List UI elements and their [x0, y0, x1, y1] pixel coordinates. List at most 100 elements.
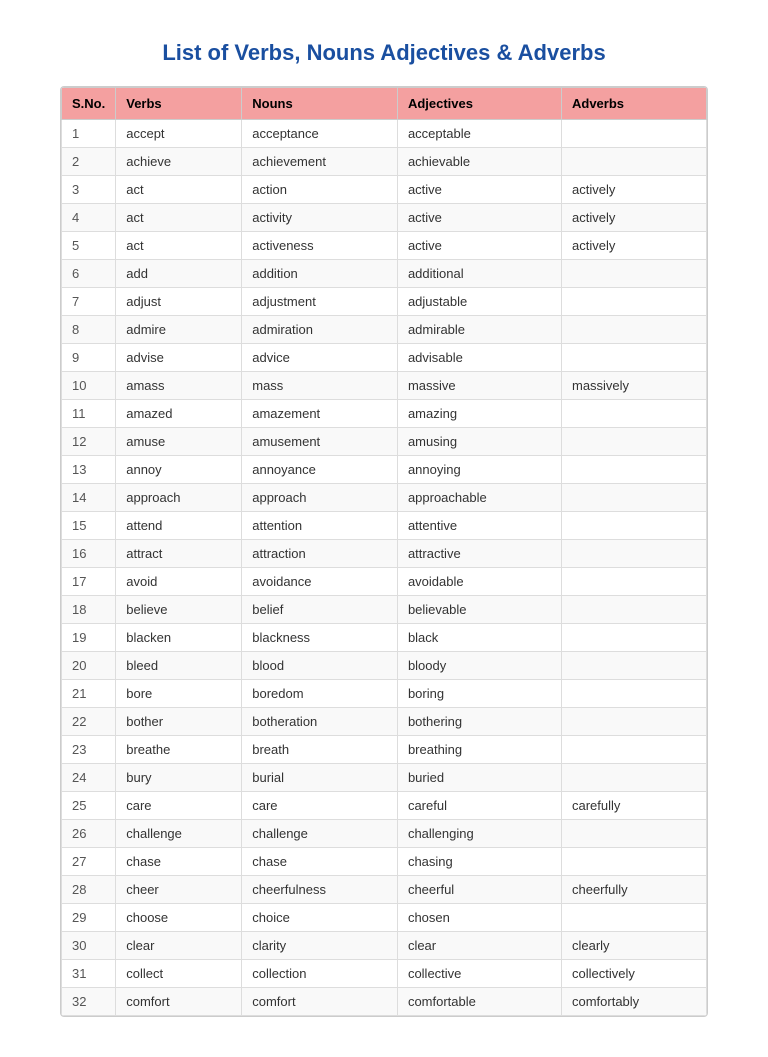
- table-cell: approachable: [397, 484, 561, 512]
- table-cell: [561, 344, 706, 372]
- header-verbs: Verbs: [116, 88, 242, 120]
- table-cell: 13: [62, 456, 116, 484]
- table-cell: breathing: [397, 736, 561, 764]
- table-row: 14approachapproachapproachable: [62, 484, 707, 512]
- table-cell: actively: [561, 232, 706, 260]
- table-cell: collectively: [561, 960, 706, 988]
- table-row: 18believebeliefbelievable: [62, 596, 707, 624]
- table-cell: collective: [397, 960, 561, 988]
- table-cell: accept: [116, 120, 242, 148]
- table-cell: bury: [116, 764, 242, 792]
- table-row: 27chasechasechasing: [62, 848, 707, 876]
- table-cell: [561, 568, 706, 596]
- table-row: 19blackenblacknessblack: [62, 624, 707, 652]
- table-row: 15attendattentionattentive: [62, 512, 707, 540]
- table-row: 3actactionactiveactively: [62, 176, 707, 204]
- table-cell: 11: [62, 400, 116, 428]
- table-cell: advise: [116, 344, 242, 372]
- table-cell: believable: [397, 596, 561, 624]
- table-cell: clearly: [561, 932, 706, 960]
- table-cell: [561, 540, 706, 568]
- table-cell: 7: [62, 288, 116, 316]
- header-adjectives: Adjectives: [397, 88, 561, 120]
- table-cell: chosen: [397, 904, 561, 932]
- table-cell: care: [116, 792, 242, 820]
- table-cell: activity: [242, 204, 398, 232]
- table-cell: avoidable: [397, 568, 561, 596]
- table-cell: 3: [62, 176, 116, 204]
- table-cell: 10: [62, 372, 116, 400]
- table-row: 9adviseadviceadvisable: [62, 344, 707, 372]
- table-cell: 30: [62, 932, 116, 960]
- table-cell: blacken: [116, 624, 242, 652]
- table-cell: bloody: [397, 652, 561, 680]
- table-cell: botheration: [242, 708, 398, 736]
- table-cell: [561, 736, 706, 764]
- table-cell: amusement: [242, 428, 398, 456]
- table-row: 24buryburialburied: [62, 764, 707, 792]
- table-cell: chasing: [397, 848, 561, 876]
- table-cell: actively: [561, 176, 706, 204]
- table-cell: [561, 904, 706, 932]
- table-row: 7adjustadjustmentadjustable: [62, 288, 707, 316]
- table-cell: 20: [62, 652, 116, 680]
- table-row: 29choosechoicechosen: [62, 904, 707, 932]
- word-table-wrapper: S.No. Verbs Nouns Adjectives Adverbs 1ac…: [60, 86, 708, 1017]
- table-cell: boredom: [242, 680, 398, 708]
- table-cell: attention: [242, 512, 398, 540]
- table-cell: [561, 512, 706, 540]
- table-cell: 16: [62, 540, 116, 568]
- table-cell: 28: [62, 876, 116, 904]
- table-cell: [561, 288, 706, 316]
- table-cell: [561, 456, 706, 484]
- table-cell: belief: [242, 596, 398, 624]
- table-cell: attract: [116, 540, 242, 568]
- table-row: 1acceptacceptanceacceptable: [62, 120, 707, 148]
- table-cell: collection: [242, 960, 398, 988]
- table-cell: [561, 764, 706, 792]
- table-cell: buried: [397, 764, 561, 792]
- table-cell: bleed: [116, 652, 242, 680]
- table-cell: choose: [116, 904, 242, 932]
- table-row: 20bleedbloodbloody: [62, 652, 707, 680]
- table-cell: adjustment: [242, 288, 398, 316]
- table-cell: [561, 820, 706, 848]
- table-cell: approach: [116, 484, 242, 512]
- table-cell: active: [397, 204, 561, 232]
- table-cell: 12: [62, 428, 116, 456]
- table-cell: [561, 708, 706, 736]
- table-cell: believe: [116, 596, 242, 624]
- table-cell: 14: [62, 484, 116, 512]
- table-cell: [561, 848, 706, 876]
- table-cell: 4: [62, 204, 116, 232]
- table-row: 5actactivenessactiveactively: [62, 232, 707, 260]
- table-cell: 26: [62, 820, 116, 848]
- table-row: 10amassmassmassivemassively: [62, 372, 707, 400]
- table-cell: active: [397, 176, 561, 204]
- table-cell: 5: [62, 232, 116, 260]
- table-cell: achievable: [397, 148, 561, 176]
- table-cell: clarity: [242, 932, 398, 960]
- table-cell: admire: [116, 316, 242, 344]
- table-cell: comfort: [116, 988, 242, 1016]
- table-cell: comfort: [242, 988, 398, 1016]
- table-cell: amazing: [397, 400, 561, 428]
- table-cell: cheer: [116, 876, 242, 904]
- table-cell: amusing: [397, 428, 561, 456]
- table-cell: [561, 316, 706, 344]
- table-cell: comfortably: [561, 988, 706, 1016]
- table-cell: 1: [62, 120, 116, 148]
- table-cell: 9: [62, 344, 116, 372]
- table-cell: attractive: [397, 540, 561, 568]
- table-cell: [561, 120, 706, 148]
- table-cell: choice: [242, 904, 398, 932]
- table-cell: amuse: [116, 428, 242, 456]
- table-row: 25carecarecarefulcarefully: [62, 792, 707, 820]
- table-row: 17avoidavoidanceavoidable: [62, 568, 707, 596]
- table-cell: [561, 680, 706, 708]
- table-cell: bothering: [397, 708, 561, 736]
- table-cell: [561, 400, 706, 428]
- table-header-row: S.No. Verbs Nouns Adjectives Adverbs: [62, 88, 707, 120]
- table-cell: actively: [561, 204, 706, 232]
- word-table: S.No. Verbs Nouns Adjectives Adverbs 1ac…: [61, 87, 707, 1016]
